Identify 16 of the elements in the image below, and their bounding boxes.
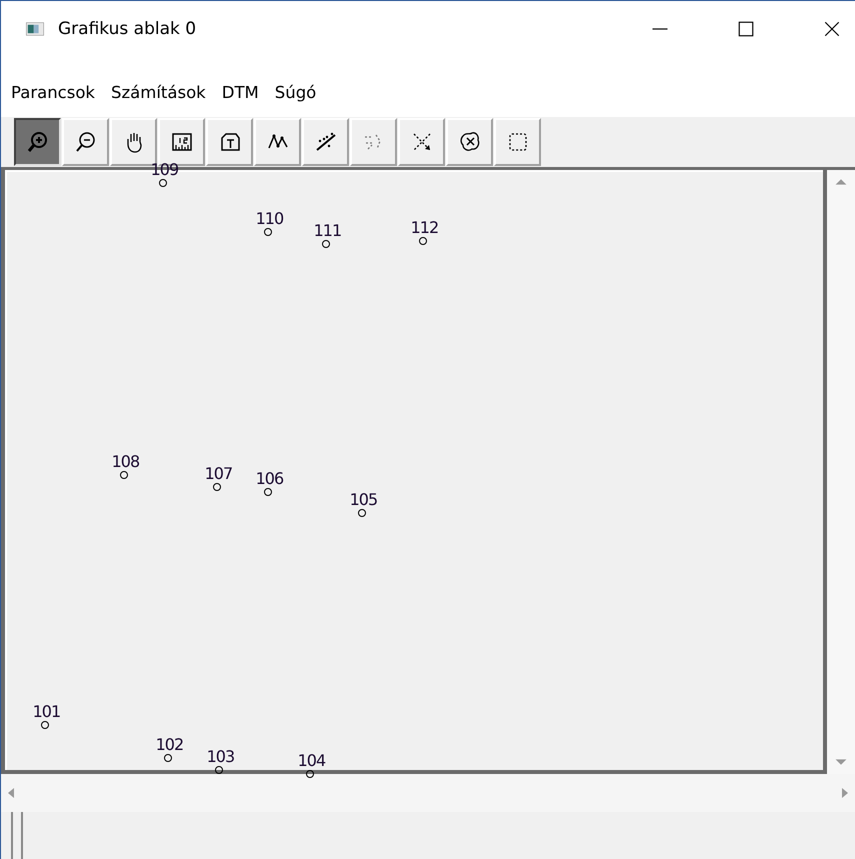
menu-item[interactable]: Súgó: [274, 82, 316, 102]
menu-item[interactable]: DTM: [222, 82, 259, 102]
point-label: 112: [410, 220, 438, 236]
point-label: 105: [350, 492, 378, 508]
menu-item[interactable]: Számítások: [111, 82, 206, 102]
point-label: 106: [256, 471, 284, 487]
menu-item[interactable]: Parancsok: [11, 82, 95, 102]
point-label: 110: [256, 211, 284, 227]
point-label: 102: [156, 737, 184, 753]
point-label: 111: [314, 223, 342, 239]
point-label: 104: [298, 753, 326, 769]
point-label: 108: [112, 454, 140, 470]
point-label: 103: [206, 749, 234, 765]
window-title: Grafikus ablak 0: [58, 19, 196, 39]
point-label: 107: [204, 466, 232, 482]
point-label: 101: [32, 704, 60, 720]
